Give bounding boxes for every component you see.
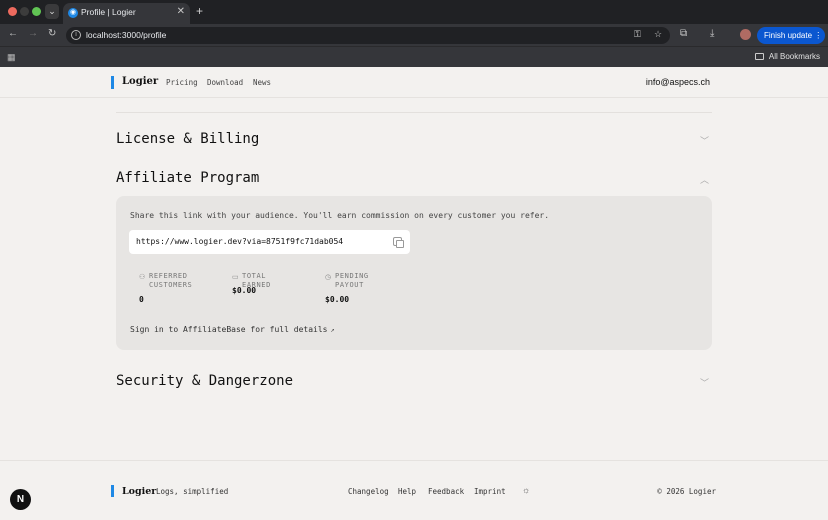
account-email[interactable]: info@aspecs.ch [646, 77, 710, 87]
footer-logo[interactable]: Logier [122, 486, 156, 497]
stat-value: $0.00 [325, 295, 350, 304]
folder-icon [754, 53, 764, 60]
affiliate-card: Share this link with your audience. You'… [116, 196, 712, 350]
stat-label: PENDING PAYOUT [335, 272, 369, 289]
affiliate-link-field[interactable]: https://www.logier.dev?via=8751f9fc71dab… [129, 230, 410, 254]
finish-update-button[interactable]: Finish update ⋮ [757, 27, 825, 44]
site-header: Logier Pricing Download News info@aspecs… [0, 67, 828, 98]
users-icon: ⚇ [139, 274, 146, 281]
footer-link-changelog[interactable]: Changelog [348, 487, 389, 496]
back-icon[interactable]: ← [8, 28, 18, 39]
footer-link-imprint[interactable]: Imprint [474, 487, 506, 496]
chevron-down-icon[interactable]: ﹀ [700, 134, 709, 147]
site-info-icon[interactable]: i [71, 30, 81, 40]
tab-title: Profile | Logier [81, 7, 136, 17]
footer-link-feedback[interactable]: Feedback [428, 487, 464, 496]
bookmark-star-icon[interactable]: ☆ [654, 29, 662, 40]
chevron-up-icon[interactable]: ︿ [700, 173, 709, 186]
new-tab-icon[interactable]: + [196, 4, 203, 18]
stat-value: 0 [139, 295, 144, 304]
footer-tagline: Logs, simplified [156, 487, 229, 496]
clock-icon: ◷ [325, 274, 332, 281]
all-bookmarks-button[interactable]: All Bookmarks [754, 52, 820, 61]
footer-copyright: © 2026 Logier [657, 487, 716, 496]
copy-icon[interactable] [393, 237, 404, 248]
tab-profile[interactable]: ◉ Profile | Logier ✕ [63, 3, 190, 24]
dev-tools-badge[interactable]: N [10, 489, 31, 510]
site-footer: Logier Logs, simplified Changelog Help F… [0, 460, 828, 520]
nav-news[interactable]: News [253, 78, 271, 87]
external-link-icon: ↗ [330, 326, 335, 334]
stat-value: $0.00 [232, 286, 257, 295]
profile-avatar[interactable] [740, 29, 751, 40]
extensions-icon[interactable]: ⧉ [680, 28, 687, 39]
affiliatebase-signin-link[interactable]: Sign in to AffiliateBase for full detail… [130, 325, 335, 334]
nav-pricing[interactable]: Pricing [166, 78, 198, 87]
divider [116, 112, 712, 113]
chevron-down-icon[interactable]: ﹀ [700, 376, 709, 389]
logo[interactable]: Logier [122, 76, 158, 87]
password-key-icon[interactable]: ⚿ [634, 29, 641, 40]
bookmarks-bar: ▦ All Bookmarks [0, 46, 828, 67]
affiliate-program-header[interactable]: Affiliate Program [116, 170, 259, 186]
affiliate-description: Share this link with your audience. You'… [130, 211, 550, 220]
address-url[interactable]: localhost:3000/profile [86, 30, 166, 40]
minimize-window-button[interactable] [20, 7, 29, 16]
tab-search-icon[interactable]: ⌄ [45, 4, 59, 19]
favicon-icon: ◉ [68, 8, 78, 18]
address-bar[interactable]: i localhost:3000/profile ⚿ ☆ [66, 27, 670, 44]
apps-grid-icon[interactable]: ▦ [7, 52, 16, 63]
close-window-button[interactable] [8, 7, 17, 16]
wallet-icon: ▭ [232, 274, 239, 281]
tab-close-icon[interactable]: ✕ [177, 6, 185, 17]
maximize-window-button[interactable] [32, 7, 41, 16]
forward-icon[interactable]: → [28, 28, 38, 39]
nav-download[interactable]: Download [207, 78, 243, 87]
browser-tab-bar: ⌄ ◉ Profile | Logier ✕ + [0, 0, 828, 24]
download-icon[interactable]: ⤓ [710, 28, 714, 39]
browser-toolbar: ← → ↻ i localhost:3000/profile ⚿ ☆ ⧉ ⤓ F… [0, 24, 828, 46]
logo-mark [111, 485, 114, 497]
license-billing-header[interactable]: License & Billing [116, 131, 259, 147]
theme-toggle-sun-icon[interactable]: ☼ [522, 485, 530, 495]
affiliate-link[interactable]: https://www.logier.dev?via=8751f9fc71dab… [136, 237, 343, 246]
footer-link-help[interactable]: Help [398, 487, 416, 496]
security-dangerzone-header[interactable]: Security & Dangerzone [116, 373, 293, 389]
stat-label: REFERRED CUSTOMERS [149, 272, 193, 289]
reload-icon[interactable]: ↻ [48, 28, 56, 39]
logo-mark [111, 76, 114, 89]
